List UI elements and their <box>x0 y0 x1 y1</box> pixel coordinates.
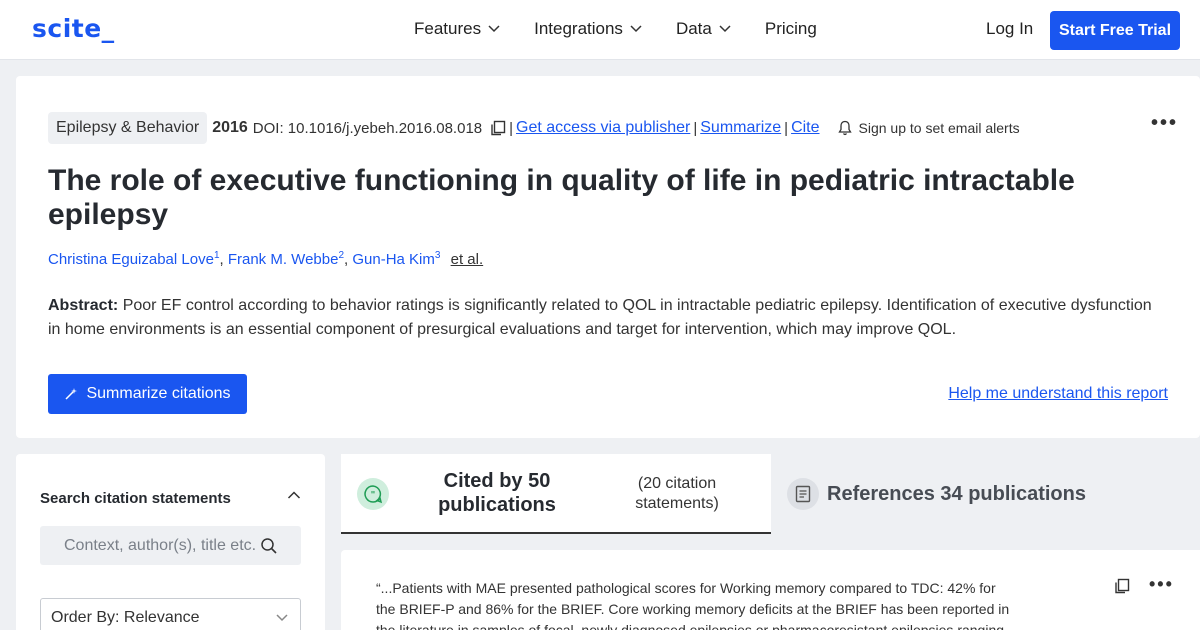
chevron-down-icon <box>276 614 288 622</box>
chevron-up-icon[interactable] <box>287 490 301 500</box>
help-understand-link[interactable]: Help me understand this report <box>948 385 1168 403</box>
citation-search-input[interactable] <box>40 536 260 555</box>
et-al-link[interactable]: et al. <box>451 251 484 268</box>
nav-item-features[interactable]: Features <box>414 19 500 39</box>
order-by-select[interactable]: Order By: Relevance <box>40 598 301 630</box>
more-icon[interactable]: ••• <box>1151 112 1178 135</box>
separator: | <box>693 119 698 137</box>
abstract: Abstract: Poor EF control according to b… <box>48 294 1168 342</box>
search-icon[interactable] <box>260 537 278 555</box>
more-icon[interactable]: ••• <box>1149 574 1174 595</box>
citation-tabs: " Cited by 50 publications (20 citation … <box>341 454 1200 534</box>
author-separator: , <box>219 251 224 268</box>
tab-cited-by[interactable]: " Cited by 50 publications (20 citation … <box>341 454 771 534</box>
doi: DOI: 10.1016/j.yebeh.2016.08.018 <box>252 119 483 137</box>
nav-menu: Features Integrations Data Pricing <box>414 19 817 39</box>
tab-references[interactable]: References 34 publications <box>787 478 1086 510</box>
nav-item-integrations[interactable]: Integrations <box>534 19 642 39</box>
author-name: Frank M. Webbe <box>227 251 339 268</box>
author-list: Christina Eguizabal Love1, Frank M. Webb… <box>48 250 483 268</box>
nav-item-label: Pricing <box>764 19 817 38</box>
abstract-text: Poor EF control according to behavior ra… <box>48 297 1152 338</box>
scite-logo[interactable]: scite_ <box>32 14 115 43</box>
author-link[interactable]: Gun-Ha Kim3 <box>352 250 441 268</box>
document-icon <box>787 478 819 510</box>
chevron-down-icon <box>630 25 642 33</box>
copy-icon[interactable] <box>1114 578 1130 594</box>
nav-item-label: Data <box>675 19 712 38</box>
nav-item-label: Features <box>414 19 482 38</box>
panel-title: Search citation statements <box>40 490 231 507</box>
cited-by-count: Cited by 50 publications <box>438 470 556 516</box>
paper-title: The role of executive functioning in qua… <box>48 164 1075 231</box>
chevron-down-icon <box>719 25 731 33</box>
citation-statement-text: “...Patients with MAE presented patholog… <box>376 580 1010 630</box>
citation-search-box <box>40 526 301 565</box>
top-nav: scite_ Features Integrations Data Pricin… <box>0 0 1200 60</box>
author-link[interactable]: Frank M. Webbe2 <box>227 250 344 268</box>
quote-bubble-icon: " <box>357 478 389 510</box>
author-name: Christina Eguizabal Love <box>48 251 214 268</box>
abstract-label: Abstract: <box>48 297 119 314</box>
cite-link[interactable]: Cite <box>791 119 819 137</box>
paper-card: Epilepsy & Behavior 2016 DOI: 10.1016/j.… <box>16 76 1200 438</box>
wand-icon <box>65 388 78 400</box>
citation-search-panel: Search citation statements Order By: Rel… <box>16 454 325 630</box>
order-by-value: Order By: Relevance <box>51 609 200 626</box>
citation-statements-count: (20 citation statements) <box>635 475 719 512</box>
copy-icon[interactable] <box>490 120 506 136</box>
email-alerts-link[interactable]: Sign up to set email alerts <box>859 120 1020 136</box>
nav-item-pricing[interactable]: Pricing <box>765 19 817 39</box>
author-separator: , <box>344 251 349 268</box>
paper-meta: Epilepsy & Behavior 2016 DOI: 10.1016/j.… <box>48 112 1020 144</box>
chevron-down-icon <box>488 25 500 33</box>
bell-icon[interactable] <box>837 120 852 136</box>
citation-statement-card: “...Patients with MAE presented patholog… <box>341 550 1200 630</box>
separator: | <box>784 119 789 137</box>
references-label: References 34 publications <box>827 482 1086 505</box>
nav-item-label: Integrations <box>534 19 623 38</box>
author-name: Gun-Ha Kim <box>352 251 435 268</box>
nav-item-data[interactable]: Data <box>676 19 731 39</box>
login-link[interactable]: Log In <box>986 19 1033 39</box>
author-affiliation: 3 <box>434 250 441 261</box>
journal-badge[interactable]: Epilepsy & Behavior <box>48 112 208 144</box>
svg-text:": " <box>371 491 376 501</box>
start-free-trial-button[interactable]: Start Free Trial <box>1050 11 1180 50</box>
summarize-citations-button[interactable]: Summarize citations <box>48 374 247 414</box>
summarize-link[interactable]: Summarize <box>700 119 781 137</box>
summarize-citations-label: Summarize citations <box>86 385 231 402</box>
get-access-link[interactable]: Get access via publisher <box>516 119 690 137</box>
author-link[interactable]: Christina Eguizabal Love1 <box>48 250 220 268</box>
separator: | <box>509 119 514 137</box>
publication-year: 2016 <box>212 119 248 136</box>
